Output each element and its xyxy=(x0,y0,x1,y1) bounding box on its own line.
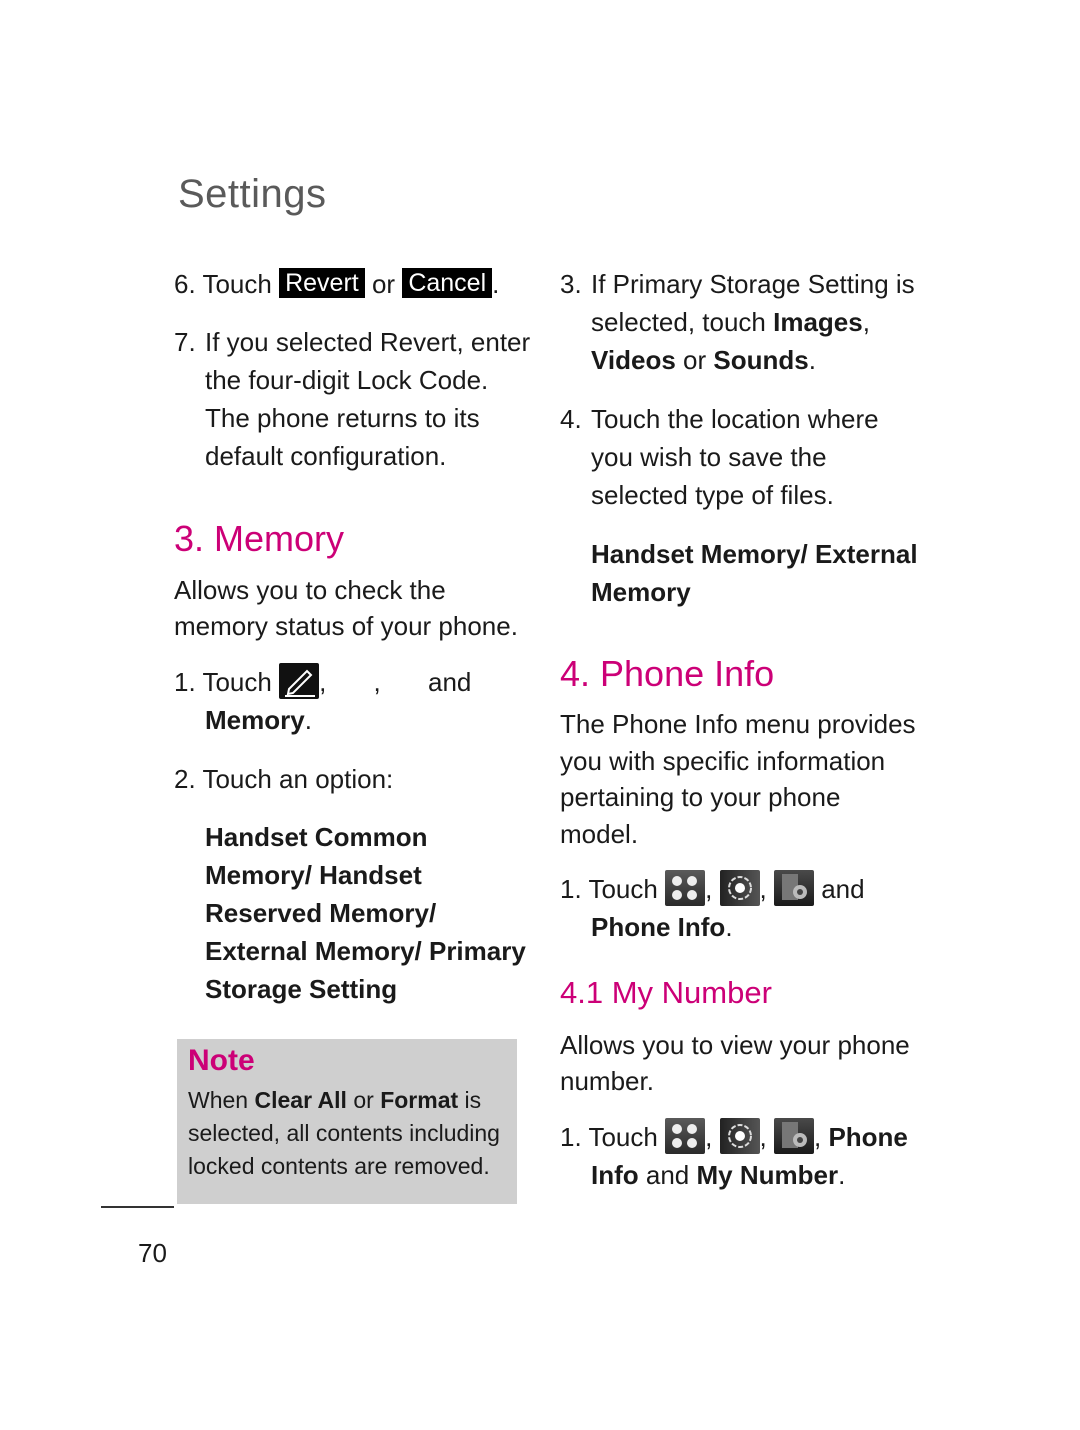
revert-button-label: Revert xyxy=(279,268,365,298)
settings-gear-icon xyxy=(719,1118,760,1154)
phone-info-step-1: 1. Touch , , and Phone Info. xyxy=(560,870,865,946)
my-number-description: Allows you to view your phone number. xyxy=(560,1030,910,1096)
location-options: Handset Memory/ External Memory xyxy=(591,539,918,607)
my-number-heading: 4.1 My Number xyxy=(560,975,772,1010)
step-3: 3. If Primary Storage Setting is selecte… xyxy=(560,269,915,375)
note-title: Note xyxy=(188,1044,255,1077)
phone-info-heading: 4. Phone Info xyxy=(560,653,775,694)
memory-description: Allows you to check the memory status of… xyxy=(174,575,518,641)
footer-rule xyxy=(101,1206,174,1208)
step-7: 7. If you selected Revert, enter the fou… xyxy=(174,327,531,471)
memory-heading: 3. Memory xyxy=(174,518,345,559)
phone-settings-icon xyxy=(773,870,814,906)
page-title: Settings xyxy=(178,172,327,216)
settings-gear-icon xyxy=(719,870,760,906)
step-4: 4. Touch the location where you wish to … xyxy=(560,404,879,510)
menu-grid-icon xyxy=(665,1118,706,1154)
edit-icon xyxy=(279,663,320,699)
phone-info-description: The Phone Info menu provides you with sp… xyxy=(560,709,916,849)
page-number: 70 xyxy=(138,1238,167,1268)
menu-grid-icon xyxy=(665,870,706,906)
note-text: When Clear All or Format is selected, al… xyxy=(188,1087,500,1179)
cancel-button-label: Cancel xyxy=(402,268,493,298)
step-6: 6. Touch Revert or Cancel. xyxy=(174,268,500,299)
my-number-step-1: 1. Touch , , , Phone Info and My Number. xyxy=(560,1118,908,1194)
memory-step-1: 1. Touch , , and Memory. xyxy=(174,663,471,739)
memory-step-2: 2. Touch an option: xyxy=(174,764,394,794)
memory-options: Handset Common Memory/ Handset Reserved … xyxy=(205,822,526,1004)
phone-settings-icon xyxy=(773,1118,814,1154)
